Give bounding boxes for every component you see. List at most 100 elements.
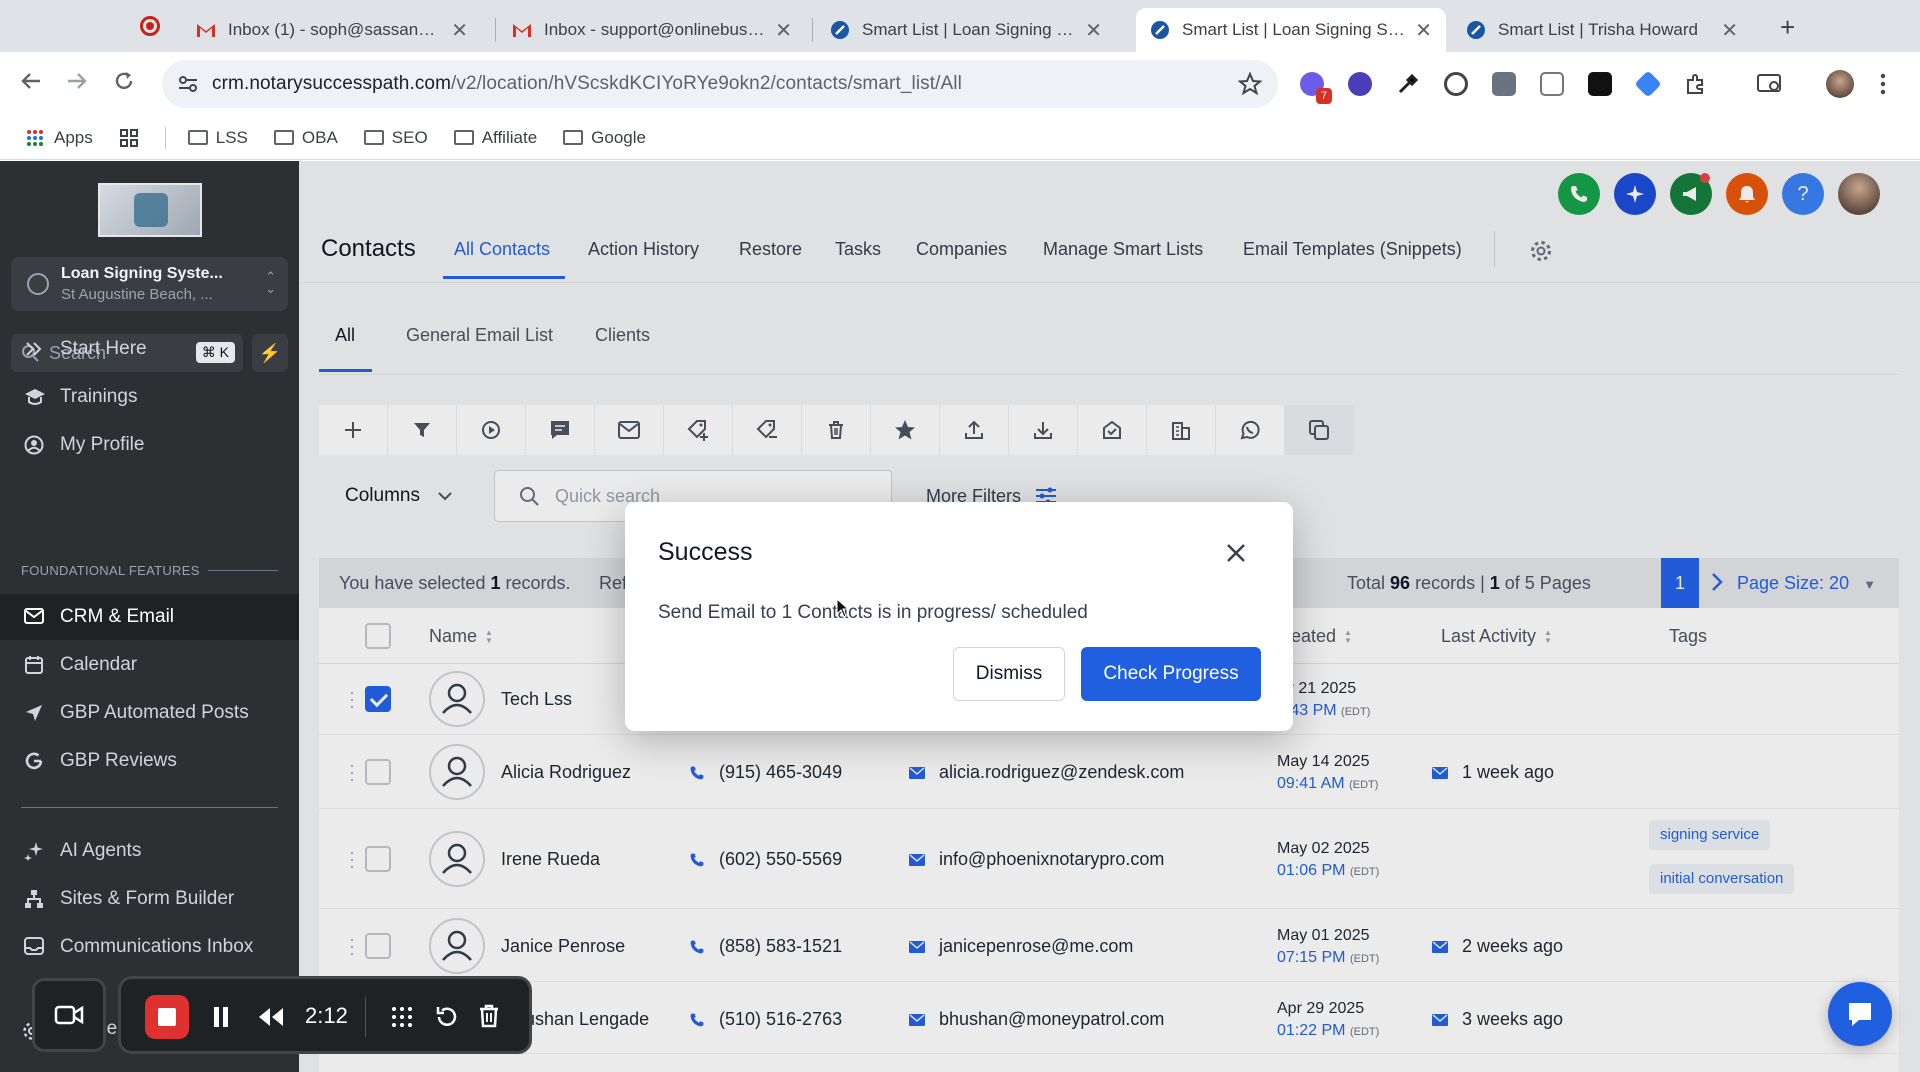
sidebar-item-start-here[interactable] (0, 564, 299, 610)
pause-icon[interactable] (211, 1005, 231, 1029)
grid-icon (119, 128, 139, 148)
profile-avatar[interactable] (1826, 70, 1854, 98)
rewind-icon[interactable] (257, 1005, 285, 1029)
chevron-up-down-icon: ⌃ ⌄ (265, 269, 276, 296)
more-menu-icon[interactable] (1880, 72, 1904, 96)
recording-controls: 2:12 (118, 976, 532, 1054)
sidebar-search[interactable]: Search ⌘ K (11, 334, 243, 372)
quick-action-icon[interactable]: ⚡ (252, 334, 288, 372)
dismiss-button[interactable]: Dismiss (953, 647, 1065, 701)
camera-extension-icon[interactable] (1540, 72, 1564, 96)
site-settings-icon[interactable] (178, 75, 198, 93)
browser-tab-5[interactable]: Smart List | Trisha Howard ✕ (1452, 8, 1752, 52)
bookmark-folder-seo[interactable]: SEO (363, 127, 428, 148)
recording-timer: 2:12 (305, 1003, 348, 1028)
bookmark-label: OBA (301, 127, 338, 147)
bookmark-folder-google[interactable]: Google (563, 128, 646, 148)
1b-extension-icon[interactable] (1492, 72, 1516, 96)
tab-search-icon[interactable] (1756, 72, 1784, 96)
folder-icon (563, 130, 584, 145)
tab-title: Smart List | Loan Signing System (1182, 20, 1405, 39)
tab-title: Inbox (1) - soph@sassandseo.com (228, 20, 442, 39)
bookmark-label: SEO (391, 127, 428, 147)
close-icon[interactable]: ✕ (1415, 18, 1432, 43)
new-tab-icon[interactable]: + (1780, 12, 1795, 43)
url-text: crm.notarysuccesspath.com/v2/location/hV… (212, 73, 962, 95)
recorder-divider (365, 997, 366, 1037)
puzzle-extensions-icon[interactable] (1684, 72, 1708, 96)
account-location: St Augustine Beach, ... (61, 286, 213, 303)
close-icon[interactable]: ✕ (451, 18, 468, 43)
account-switcher[interactable]: Loan Signing Syste... St Augustine Beach… (11, 257, 288, 311)
mouse-cursor-icon (836, 598, 850, 618)
crm-icon (830, 20, 850, 40)
bookmark-label: Apps (54, 127, 93, 147)
bookmark-star-icon[interactable] (1238, 72, 1262, 96)
font-extension-icon[interactable] (1588, 72, 1612, 96)
bookmark-folder-affiliate[interactable]: Affiliate (453, 127, 538, 148)
gmail-icon (512, 22, 532, 38)
tab-separator (812, 18, 813, 42)
account-name: Loan Signing Syste... (61, 265, 223, 282)
dialog-message: Send Email to 1 Contacts is in progress/… (658, 602, 1088, 623)
circle-extension-icon[interactable] (1444, 72, 1468, 96)
browser-tab-4-active[interactable]: Smart List | Loan Signing System ✕ (1136, 8, 1446, 52)
close-icon[interactable]: ✕ (1721, 18, 1738, 43)
address-bar[interactable]: crm.notarysuccesspath.com/v2/location/hV… (162, 60, 1278, 108)
extension-badge: 7 (1316, 88, 1332, 104)
bookmark-label: Affiliate (481, 127, 538, 147)
browser-tab-3[interactable]: Smart List | Loan Signing System ✕ (816, 8, 1116, 52)
folder-icon (363, 130, 384, 145)
bookmarks-bar: Apps LSS OBA SEO Affiliate Google (0, 116, 1920, 160)
s-extension-icon[interactable] (1348, 72, 1372, 96)
tab-title: Inbox - support@onlinebusinessacademy.co… (544, 20, 765, 39)
url-path: /v2/location/hVScskdKCIYoRYe9okn2/contac… (451, 73, 962, 94)
bookmark-grid[interactable] (119, 128, 139, 148)
company-logo[interactable] (98, 183, 202, 237)
tab-title: Smart List | Trisha Howard (1498, 20, 1698, 39)
folder-icon (187, 130, 208, 145)
search-shortcut: ⌘ K (195, 342, 235, 363)
close-icon[interactable] (1225, 542, 1247, 564)
trash-icon[interactable] (477, 1003, 501, 1029)
crm-icon (1150, 20, 1170, 40)
folder-icon (453, 130, 474, 145)
eyedropper-icon[interactable] (1396, 72, 1420, 96)
browser-tab-2[interactable]: Inbox - support@onlinebusinessacademy.co… (498, 8, 806, 52)
close-icon[interactable]: ✕ (775, 18, 792, 43)
tab-title: Smart List | Loan Signing System (862, 20, 1075, 39)
gmail-icon (196, 22, 216, 38)
check-progress-button[interactable]: Check Progress (1081, 647, 1261, 701)
extension-icon[interactable]: 7 (1300, 72, 1332, 104)
location-icon (27, 273, 49, 295)
recording-indicator-icon (140, 16, 160, 36)
bookmark-folder-oba[interactable]: OBA (273, 127, 338, 148)
bookmark-divider (164, 126, 166, 149)
browser-tab-bar: Inbox (1) - soph@sassandseo.com ✕ Inbox … (0, 0, 1920, 52)
chat-icon (1845, 999, 1875, 1029)
folder-icon (273, 130, 294, 145)
search-icon (21, 344, 39, 362)
chat-widget-button[interactable] (1828, 982, 1892, 1046)
video-camera-icon (54, 1004, 84, 1026)
apps-grid-icon (26, 129, 44, 147)
camera-toggle[interactable] (32, 978, 106, 1052)
tag-extension-icon[interactable] (1634, 70, 1662, 98)
success-dialog: Success Send Email to 1 Contacts is in p… (625, 502, 1293, 731)
bookmark-label: Google (591, 127, 646, 147)
close-icon[interactable]: ✕ (1085, 18, 1102, 43)
reload-icon[interactable] (113, 70, 135, 92)
url-host: crm.notarysuccesspath.com (212, 73, 452, 94)
sidebar: Loan Signing Syste... St Augustine Beach… (0, 161, 299, 1072)
bookmark-apps[interactable]: Apps (26, 128, 93, 148)
bookmark-folder-lss[interactable]: LSS (187, 127, 248, 148)
bookmark-label: LSS (215, 127, 248, 147)
stop-recording-button[interactable] (145, 995, 189, 1039)
drag-grid-icon[interactable] (391, 1005, 413, 1029)
back-icon[interactable] (20, 70, 42, 92)
browser-tab-1[interactable]: Inbox (1) - soph@sassandseo.com ✕ (182, 8, 482, 52)
restart-icon[interactable] (435, 1005, 459, 1029)
search-placeholder: Search (49, 342, 107, 363)
browser-toolbar: crm.notarysuccesspath.com/v2/location/hV… (0, 52, 1920, 116)
forward-icon[interactable] (66, 70, 88, 92)
